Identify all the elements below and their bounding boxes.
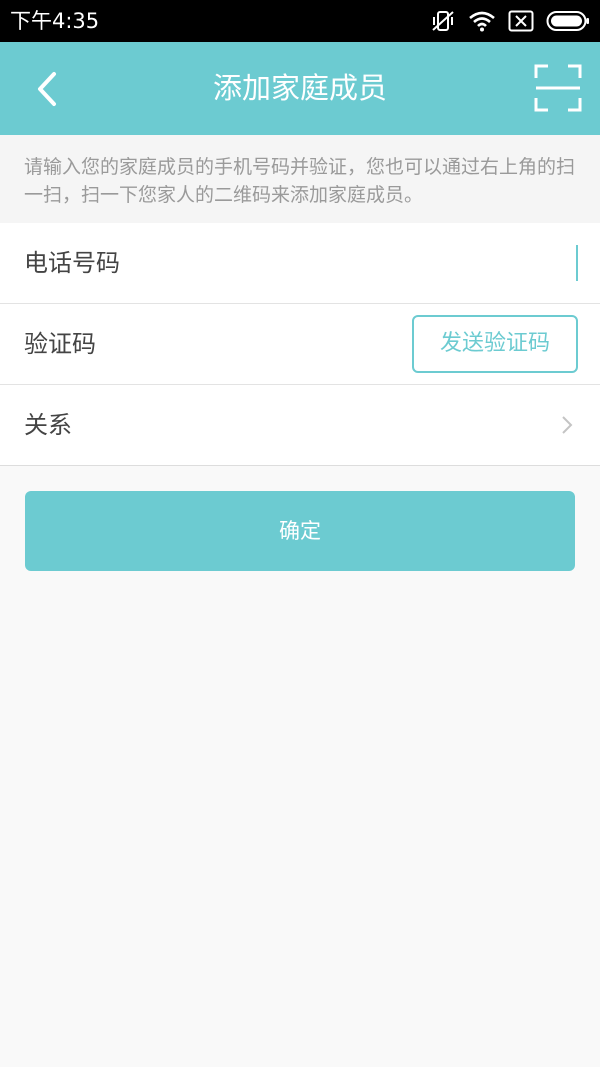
confirm-button[interactable]: 确定 <box>25 491 575 571</box>
sim-off-icon <box>508 10 534 32</box>
phone-input[interactable] <box>150 241 575 285</box>
relation-label: 关系 <box>24 411 72 439</box>
phone-row: 电话号码 <box>0 223 600 304</box>
hint-text: 请输入您的家庭成员的手机号码并验证，您也可以通过右上角的扫一扫，扫一下您家人的二… <box>0 135 600 223</box>
header-bar: 添加家庭成员 <box>0 42 600 135</box>
page-title: 添加家庭成员 <box>212 71 387 105</box>
relation-row[interactable]: 关系 <box>0 385 600 466</box>
text-caret <box>576 245 578 281</box>
chevron-left-icon <box>38 72 56 106</box>
scan-button[interactable] <box>534 64 582 112</box>
phone-label: 电话号码 <box>24 249 120 277</box>
code-label: 验证码 <box>24 330 96 358</box>
scan-icon <box>534 64 582 112</box>
wifi-icon <box>468 10 496 32</box>
status-bar: 下午4:35 <box>0 0 600 42</box>
status-icons <box>430 6 590 36</box>
status-time: 下午4:35 <box>10 9 100 33</box>
code-row: 验证码 发送验证码 <box>0 304 600 385</box>
battery-icon <box>546 10 590 32</box>
back-button[interactable] <box>28 64 68 114</box>
code-input[interactable] <box>150 322 390 366</box>
chevron-right-icon <box>562 416 573 434</box>
member-form: 电话号码 验证码 发送验证码 关系 <box>0 223 600 466</box>
send-code-button[interactable]: 发送验证码 <box>412 315 578 373</box>
mute-vibrate-icon <box>430 9 456 33</box>
